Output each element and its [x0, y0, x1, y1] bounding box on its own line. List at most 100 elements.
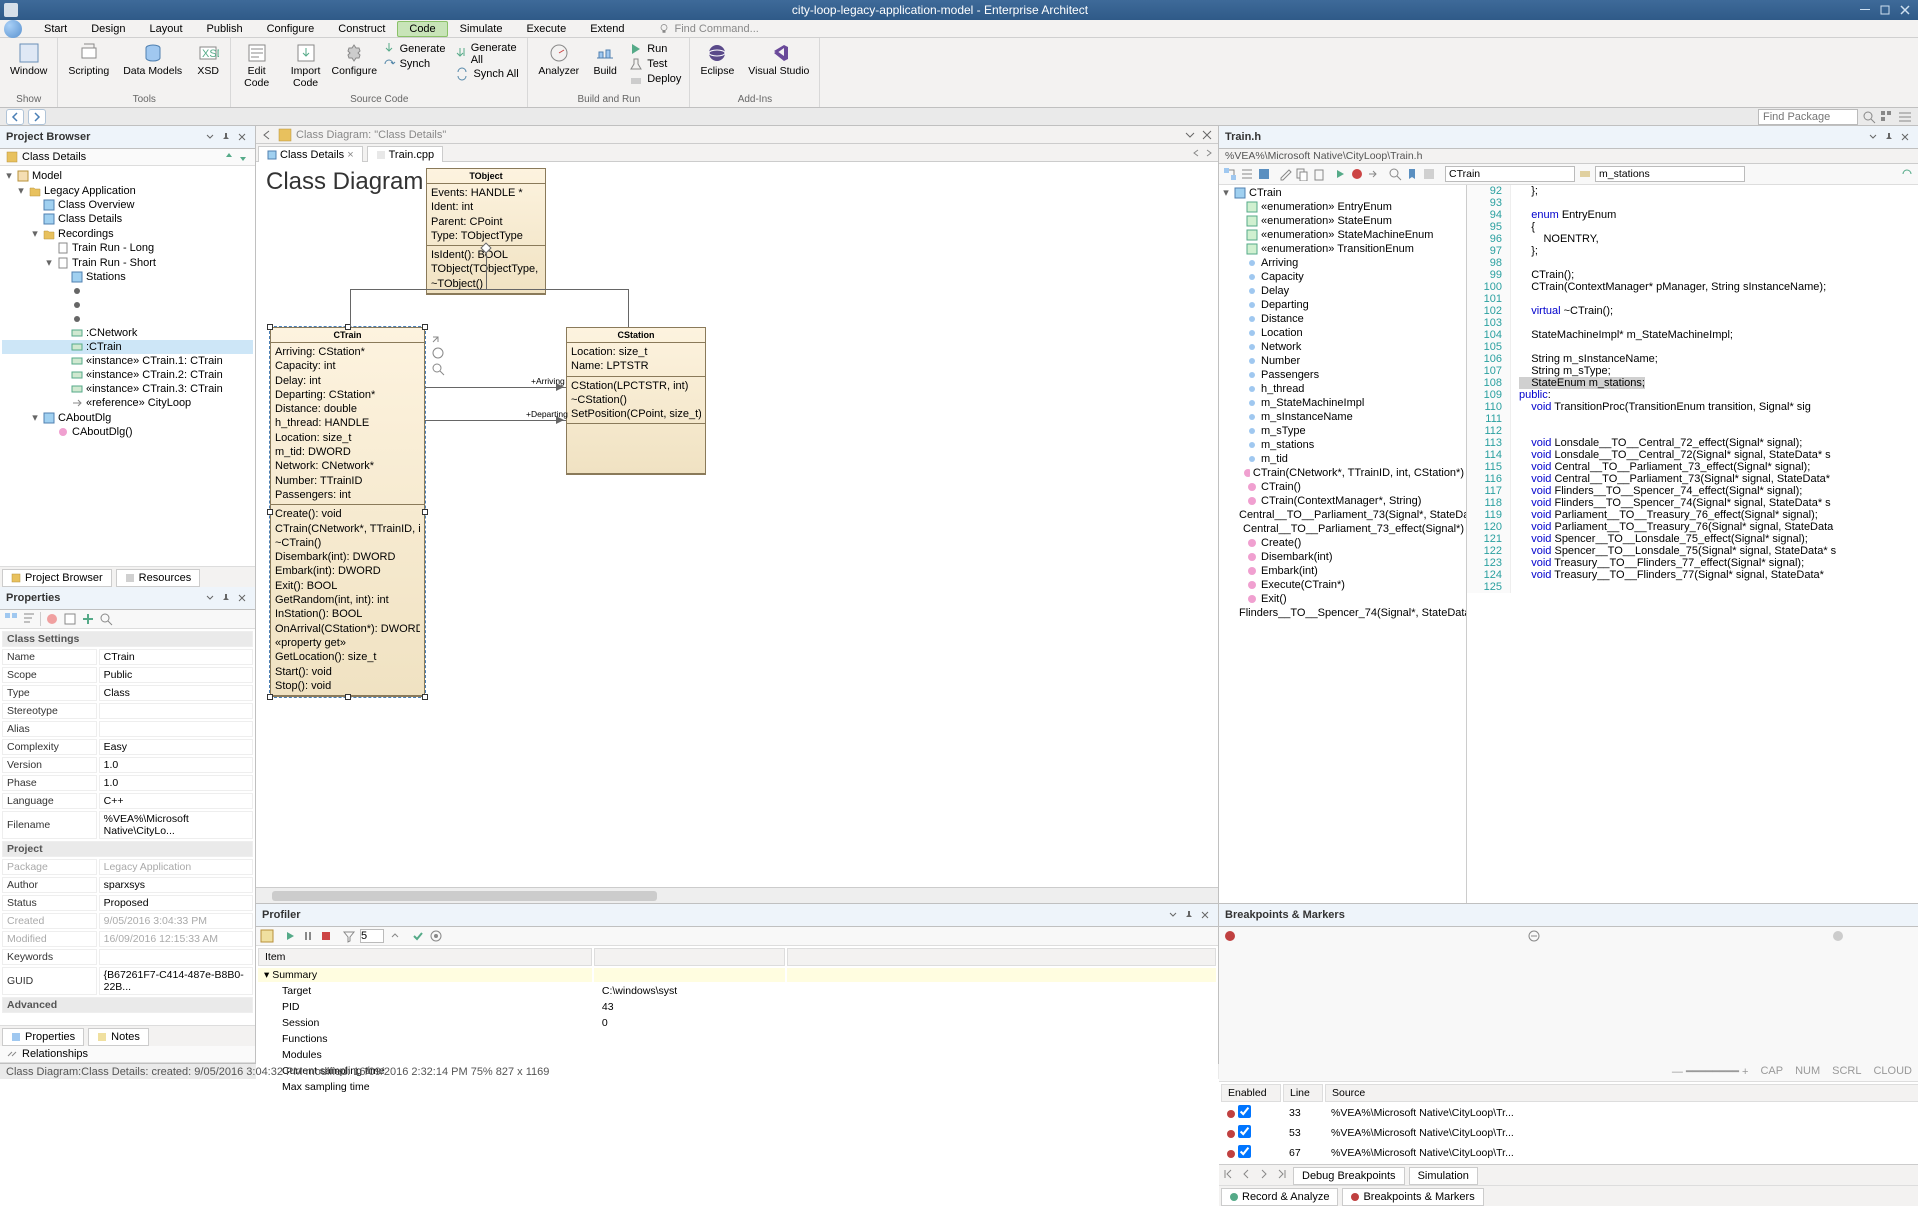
new-icon[interactable]	[260, 929, 274, 943]
scripting-button[interactable]: Scripting	[62, 40, 115, 80]
menu-start[interactable]: Start	[32, 21, 79, 37]
close-button[interactable]	[1896, 3, 1914, 17]
outline-item[interactable]: CTrain()	[1219, 480, 1466, 494]
dropdown-icon[interactable]	[1578, 167, 1592, 181]
prop-value[interactable]: Proposed	[99, 895, 253, 911]
class-selector[interactable]	[1445, 166, 1575, 182]
project-tree-item[interactable]: «instance» CTrain.3: CTrain	[2, 382, 253, 396]
breakpoints-table[interactable]: EnabledLineSourceDetails 33%VEA%\Microso…	[1219, 1082, 1918, 1164]
new-bp-icon[interactable]	[1223, 929, 1523, 1079]
project-tree-item[interactable]	[2, 312, 253, 326]
ctrain-class[interactable]: CTrain Arriving: CStation*Capacity: intD…	[270, 327, 425, 697]
code-line[interactable]	[1511, 413, 1519, 425]
project-tree-item[interactable]: ▾Model	[2, 168, 253, 183]
test-button[interactable]: Test	[625, 57, 685, 71]
disable-bp-icon[interactable]	[1831, 929, 1918, 1079]
outline-item[interactable]: Central__TO__Parliament_73_effect(Signal…	[1219, 522, 1466, 536]
prop-value[interactable]: Public	[99, 667, 253, 683]
configure-button[interactable]: Configure	[333, 40, 376, 80]
record-analyze-tab[interactable]: Record & Analyze	[1221, 1188, 1338, 1206]
code-line[interactable]	[1511, 293, 1519, 305]
outline-item[interactable]: ▾CTrain	[1219, 185, 1466, 200]
code-line[interactable]	[1511, 581, 1519, 593]
outline-item[interactable]: «enumeration» TransitionEnum	[1219, 242, 1466, 256]
type-icon[interactable]	[45, 612, 59, 626]
generate-button[interactable]: Generate	[378, 42, 450, 56]
outline-item[interactable]: Departing	[1219, 298, 1466, 312]
search-icon[interactable]	[1862, 110, 1876, 124]
close-panel-button[interactable]	[235, 591, 249, 605]
spin-input[interactable]	[360, 929, 384, 943]
project-tree-item[interactable]: Stations	[2, 270, 253, 284]
code-line[interactable]: CTrain(ContextManager* pManager, String …	[1511, 281, 1826, 293]
edit-icon[interactable]	[1278, 167, 1292, 181]
xsd-button[interactable]: XSDXSD	[190, 40, 226, 80]
outline-item[interactable]: «enumeration» StateMachineEnum	[1219, 228, 1466, 242]
nav-back-button[interactable]	[6, 109, 24, 125]
dropdown-button[interactable]	[1183, 128, 1197, 142]
outline-item[interactable]: «enumeration» StateEnum	[1219, 214, 1466, 228]
code-line[interactable]: void Treasury__TO__Flinders_77_effect(Si…	[1511, 557, 1804, 569]
pause-icon[interactable]	[301, 929, 315, 943]
project-tree-item[interactable]: «instance» CTrain.1: CTrain	[2, 354, 253, 368]
prop-value[interactable]: Class	[99, 685, 253, 701]
project-browser-tree[interactable]: ▾Model▾Legacy ApplicationClass OverviewC…	[0, 166, 255, 566]
copy-icon[interactable]	[1295, 167, 1309, 181]
menu-construct[interactable]: Construct	[326, 21, 397, 37]
outline-item[interactable]: m_sInstanceName	[1219, 410, 1466, 424]
pin-button[interactable]	[1182, 908, 1196, 922]
diagram-canvas[interactable]: Class Diagram TObject Events: HANDLE *Id…	[256, 162, 1218, 887]
last-tab-icon[interactable]	[1276, 1168, 1288, 1180]
synch-all-button[interactable]: Synch All	[451, 67, 523, 81]
tab-right-icon[interactable]	[1204, 148, 1214, 158]
prev-tab-icon[interactable]	[1240, 1168, 1252, 1180]
code-line[interactable]: void Flinders__TO__Spencer_74(Signal* si…	[1511, 497, 1831, 509]
code-line[interactable]: NOENTRY,	[1511, 233, 1599, 245]
code-line[interactable]: void Central__TO__Parliament_73_effect(S…	[1511, 461, 1810, 473]
sync-icon[interactable]	[1900, 167, 1914, 181]
find-package-input[interactable]	[1758, 109, 1858, 125]
close-button[interactable]	[1200, 128, 1214, 142]
notes-tab[interactable]: Notes	[88, 1028, 149, 1046]
code-line[interactable]: enum EntryEnum	[1511, 209, 1616, 221]
options-icon[interactable]	[1422, 167, 1436, 181]
find-command[interactable]: Find Command...	[658, 23, 758, 35]
outline-item[interactable]: Delay	[1219, 284, 1466, 298]
list-icon[interactable]	[1240, 167, 1254, 181]
outline-item[interactable]: Embark(int)	[1219, 564, 1466, 578]
project-tree-item[interactable]: «reference» CityLoop	[2, 396, 253, 410]
project-tree-item[interactable]: :CNetwork	[2, 326, 253, 340]
outline-item[interactable]: Number	[1219, 354, 1466, 368]
outline-item[interactable]: Exit()	[1219, 592, 1466, 606]
spin-up-icon[interactable]	[388, 929, 402, 943]
dropdown-button[interactable]	[1166, 908, 1180, 922]
prop-value[interactable]: Legacy Application	[99, 859, 253, 875]
code-line[interactable]: String m_sType;	[1511, 365, 1611, 377]
outline-item[interactable]: Flinders__TO__Spencer_74(Signal*, StateD…	[1219, 606, 1466, 620]
outline-item[interactable]: Create()	[1219, 536, 1466, 550]
close-panel-button[interactable]	[1198, 908, 1212, 922]
prop-value[interactable]	[99, 721, 253, 737]
close-panel-button[interactable]	[1898, 130, 1912, 144]
first-tab-icon[interactable]	[1222, 1168, 1234, 1180]
deploy-button[interactable]: Deploy	[625, 72, 685, 86]
play-icon[interactable]	[283, 929, 297, 943]
outline-item[interactable]: Capacity	[1219, 270, 1466, 284]
prop-value[interactable]: C++	[99, 793, 253, 809]
properties-tab[interactable]: Properties	[2, 1028, 84, 1046]
debug-icon[interactable]	[1350, 167, 1364, 181]
prop-value[interactable]: sparxsys	[99, 877, 253, 893]
bp-enabled[interactable]	[1221, 1144, 1281, 1162]
outline-item[interactable]: CTrain(CNetwork*, TTrainID, int, CStatio…	[1219, 466, 1466, 480]
cstation-class[interactable]: CStation Location: size_tName: LPTSTR CS…	[566, 327, 706, 475]
outline-item[interactable]: h_thread	[1219, 382, 1466, 396]
project-tree-item[interactable]: «instance» CTrain.2: CTrain	[2, 368, 253, 382]
code-line[interactable]: StateEnum m_stations;	[1511, 377, 1645, 389]
new-icon[interactable]	[63, 612, 77, 626]
outline-item[interactable]: m_sType	[1219, 424, 1466, 438]
project-tree-item[interactable]: :CTrain	[2, 340, 253, 354]
target-icon[interactable]	[429, 929, 443, 943]
bookmark-icon[interactable]	[1405, 167, 1419, 181]
arrow-left-icon[interactable]	[260, 128, 274, 142]
down-arrow-icon[interactable]	[237, 151, 249, 163]
